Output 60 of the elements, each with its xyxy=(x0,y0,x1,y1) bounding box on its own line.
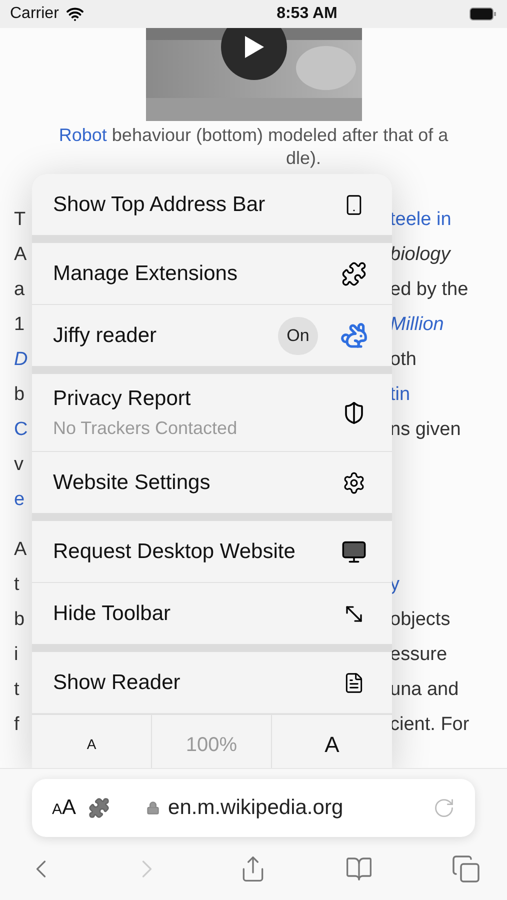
menu-item-label: Show Top Address Bar xyxy=(53,192,266,218)
text-fragment: objects xyxy=(390,609,450,630)
play-icon xyxy=(242,35,264,59)
text-fragment: A xyxy=(14,539,27,560)
status-badge: On xyxy=(278,316,318,354)
wifi-icon xyxy=(64,5,85,23)
menu-item-label: Request Desktop Website xyxy=(53,538,296,565)
text-fragment: t xyxy=(14,679,20,700)
text-fragment: biology xyxy=(390,244,450,266)
tabs-icon[interactable] xyxy=(451,854,481,884)
shield-icon xyxy=(342,400,366,424)
battery-icon xyxy=(469,7,497,21)
puzzle-icon[interactable] xyxy=(88,797,110,819)
text-fragment: v xyxy=(14,454,24,476)
caption-text: behaviour (bottom) modeled after that of a xyxy=(110,125,448,145)
text-fragment: C xyxy=(14,419,28,440)
caption-link[interactable]: Robot xyxy=(58,125,107,145)
text-fragment: i xyxy=(14,644,18,666)
text-fragment: cient. For xyxy=(390,714,470,736)
puzzle-icon xyxy=(341,260,367,286)
menu-item[interactable]: Show Top Address Bar xyxy=(32,174,392,235)
menu-item-label: Jiffy reader xyxy=(53,322,158,349)
format-button[interactable]: AA xyxy=(52,792,76,824)
text-fragment: Million xyxy=(390,314,444,336)
text-fragment: A xyxy=(14,244,27,266)
text-fragment: teele in xyxy=(390,209,452,230)
text-fragment: a xyxy=(14,279,25,300)
menu-item-label: Privacy Report xyxy=(53,386,192,412)
text-fragment: essure xyxy=(390,644,448,666)
url-text: en.m.wikipedia.org xyxy=(168,795,344,822)
text-fragment: T xyxy=(14,209,26,230)
text-fragment: e xyxy=(14,489,25,510)
document-icon xyxy=(343,670,365,694)
clock-text: 8:53 AM xyxy=(276,4,338,24)
monitor-icon xyxy=(340,538,368,564)
menu-item[interactable]: Website Settings xyxy=(32,452,392,513)
menu-item[interactable]: Privacy Report No Trackers Contacted xyxy=(32,374,392,451)
menu-item-label: Website Settings xyxy=(53,470,212,496)
menu-item-label: Manage Extensions xyxy=(53,260,238,287)
text-fragment: b xyxy=(14,609,25,630)
text-fragment: D xyxy=(14,349,28,370)
gear-icon xyxy=(342,470,366,494)
menu-item-label: Show Reader xyxy=(53,670,182,696)
text-fragment: b xyxy=(14,384,25,406)
menu-item-label: Hide Toolbar xyxy=(53,600,172,627)
menu-item[interactable]: Hide Toolbar xyxy=(32,583,392,644)
text-fragment: dle). xyxy=(286,148,321,168)
menu-item-subtitle: No Trackers Contacted xyxy=(53,416,238,440)
lock-icon xyxy=(146,800,160,816)
address-bar[interactable]: AA en.m.wikipedia.org xyxy=(32,779,475,837)
rabbit-icon xyxy=(340,322,368,350)
menu-item[interactable]: Manage Extensions xyxy=(32,243,392,304)
text-fragment: 1 xyxy=(14,314,25,336)
increase-text-size-button[interactable]: A xyxy=(272,715,392,772)
text-fragment: t xyxy=(14,574,20,596)
menu-item[interactable]: Jiffy reader On xyxy=(32,305,392,366)
carrier-text: Carrier xyxy=(10,4,59,24)
text-fragment: f xyxy=(14,714,20,736)
menu-item[interactable]: Show Reader xyxy=(32,652,392,713)
menu-item[interactable]: Request Desktop Website xyxy=(32,521,392,582)
